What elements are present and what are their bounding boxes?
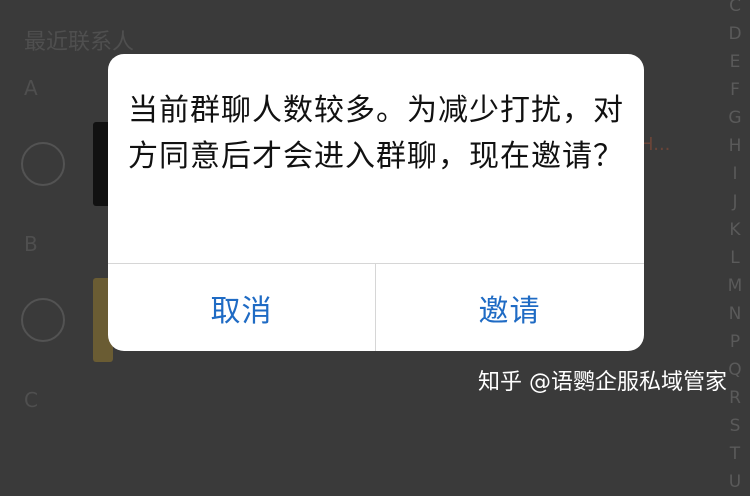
index-letter[interactable]: H [729,132,742,160]
section-title-recent-contacts: 最近联系人 [24,30,135,55]
index-letter[interactable]: G [728,104,741,132]
index-letter[interactable]: K [729,216,740,244]
contact-name-snippet: H... [640,134,671,155]
index-letter[interactable]: P [730,328,740,356]
invite-button[interactable]: 邀请 [376,264,643,351]
index-letter[interactable]: S [730,412,741,440]
select-radio[interactable] [21,142,65,186]
index-letter[interactable]: U [729,468,741,496]
section-letter-a: A [24,76,38,100]
index-letter[interactable]: J [732,188,737,216]
dialog-message: 当前群聊人数较多。为减少打扰，对方同意后才会进入群聊，现在邀请？ [128,93,624,174]
invite-confirm-dialog: 当前群聊人数较多。为减少打扰，对方同意后才会进入群聊，现在邀请？ 取消 邀请 [108,54,644,351]
alphabet-index-bar[interactable]: C D E F G H I J K L M N P Q R S T U [720,0,750,496]
index-letter[interactable]: L [730,244,739,272]
index-letter[interactable]: Q [728,356,741,384]
index-letter[interactable]: M [728,272,743,300]
index-letter[interactable]: R [729,384,741,412]
index-letter[interactable]: I [732,160,737,188]
index-letter[interactable]: N [729,300,742,328]
section-letter-c: C [24,388,38,412]
section-letter-b: B [24,232,38,256]
index-letter[interactable]: C [729,0,741,20]
index-letter[interactable]: T [730,440,740,468]
cancel-button[interactable]: 取消 [108,264,375,351]
index-letter[interactable]: E [730,48,741,76]
index-letter[interactable]: D [728,20,741,48]
select-radio[interactable] [21,298,65,342]
zhihu-watermark: 知乎 @语鹦企服私域管家 [478,370,727,395]
index-letter[interactable]: F [730,76,740,104]
